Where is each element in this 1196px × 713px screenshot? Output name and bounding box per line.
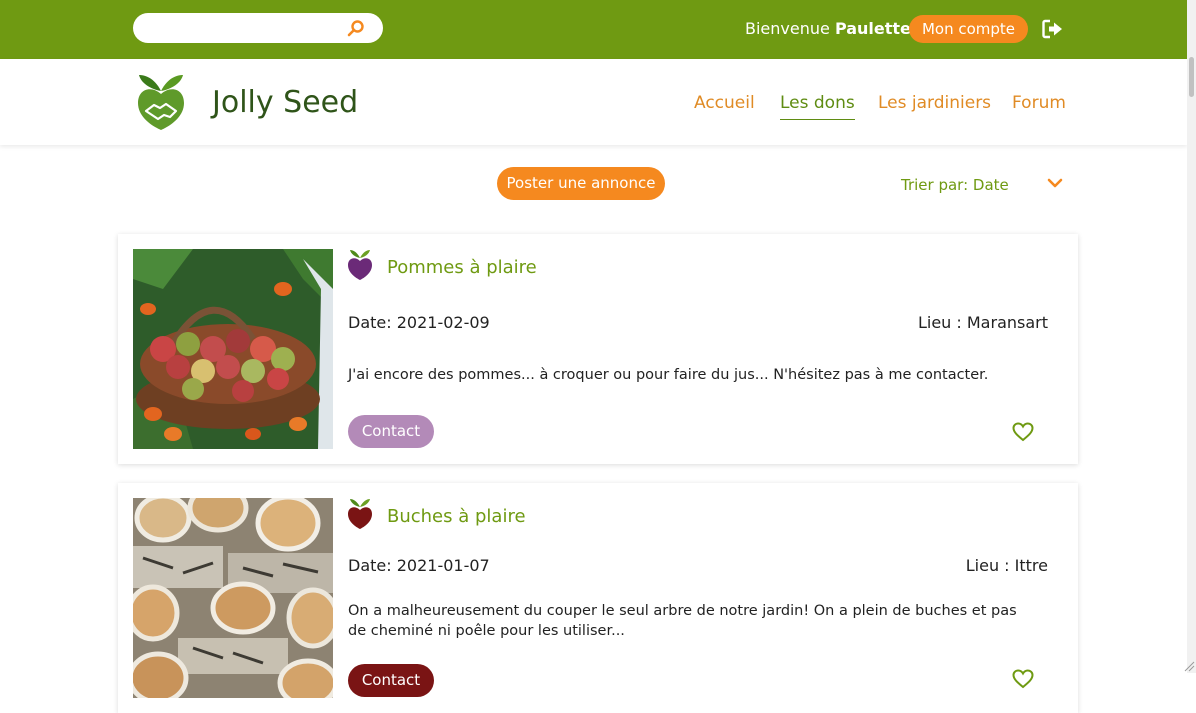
listing-date: Date: 2021-01-07: [348, 556, 490, 575]
vertical-scrollbar[interactable]: [1187, 0, 1196, 673]
search-input[interactable]: [133, 13, 383, 43]
scrollbar-thumb[interactable]: [1189, 57, 1194, 97]
listing-title[interactable]: Buches à plaire: [387, 506, 526, 527]
sort-label[interactable]: Trier par: Date: [901, 176, 1009, 194]
listing-card: Pommes à plaire Date: 2021-02-09 Lieu : …: [118, 234, 1078, 464]
nav-forum[interactable]: Forum: [1012, 93, 1066, 113]
heart-icon[interactable]: [1012, 422, 1034, 442]
welcome-prefix: Bienvenue: [745, 19, 830, 38]
nav-accueil[interactable]: Accueil: [694, 93, 755, 113]
listing-card: Buches à plaire Date: 2021-01-07 Lieu : …: [118, 483, 1078, 713]
listing-title[interactable]: Pommes à plaire: [387, 257, 537, 278]
listing-place: Lieu : Ittre: [965, 556, 1048, 575]
listing-place: Lieu : Maransart: [917, 313, 1048, 332]
contact-button[interactable]: Contact: [348, 664, 434, 697]
listing-description: On a malheureusement du couper le seul a…: [348, 603, 1017, 639]
user-name: Paulette: [834, 19, 911, 38]
listing-date: Date: 2021-02-09: [348, 313, 490, 332]
account-button[interactable]: Mon compte: [909, 15, 1028, 43]
site-header: Jolly Seed Accueil Les dons Les jardinie…: [0, 59, 1187, 145]
brand-name[interactable]: Jolly Seed: [212, 85, 358, 120]
listing-image-apples: [133, 249, 333, 449]
nav-les-jardiniers[interactable]: Les jardiniers: [878, 93, 991, 113]
listing-image-logs: [133, 498, 333, 698]
search-icon[interactable]: [347, 19, 365, 37]
welcome-message: Bienvenue Paulette: [745, 19, 911, 38]
top-bar: Bienvenue Paulette Mon compte: [0, 0, 1187, 59]
chevron-down-icon[interactable]: [1047, 177, 1063, 189]
vegetable-icon: [348, 250, 372, 280]
post-ad-button[interactable]: Poster une annonce: [497, 167, 665, 200]
contact-button[interactable]: Contact: [348, 415, 434, 448]
logout-icon[interactable]: [1042, 19, 1064, 39]
heart-icon[interactable]: [1012, 669, 1034, 689]
logo-icon[interactable]: [136, 73, 186, 131]
vegetable-icon: [348, 499, 372, 529]
listing-description: J'ai encore des pommes... à croquer ou p…: [348, 367, 989, 383]
resize-handle-icon[interactable]: [1183, 660, 1195, 672]
nav-les-dons[interactable]: Les dons: [780, 93, 855, 120]
